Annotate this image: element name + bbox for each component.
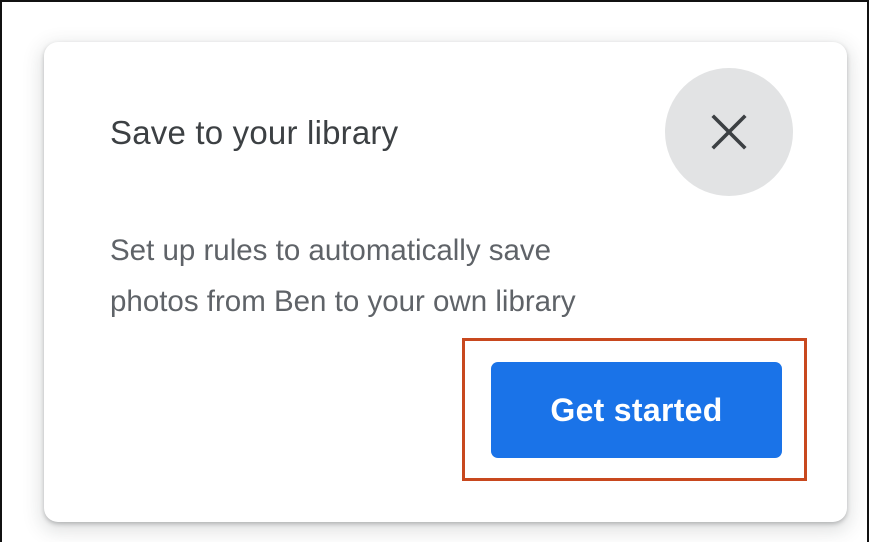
- save-to-library-dialog: Save to your library Set up rules to aut…: [44, 42, 847, 522]
- screenshot-frame: Save to your library Set up rules to aut…: [0, 0, 869, 542]
- dialog-title: Save to your library: [110, 114, 399, 151]
- close-icon: [711, 114, 747, 150]
- dialog-message-line: Set up rules to automatically save: [110, 234, 552, 267]
- close-button[interactable]: [665, 68, 793, 196]
- get-started-button[interactable]: Get started: [491, 362, 782, 458]
- dialog-message-line: photos from Ben to your own library: [110, 285, 576, 318]
- dialog-message: Set up rules to automatically save photo…: [110, 225, 710, 327]
